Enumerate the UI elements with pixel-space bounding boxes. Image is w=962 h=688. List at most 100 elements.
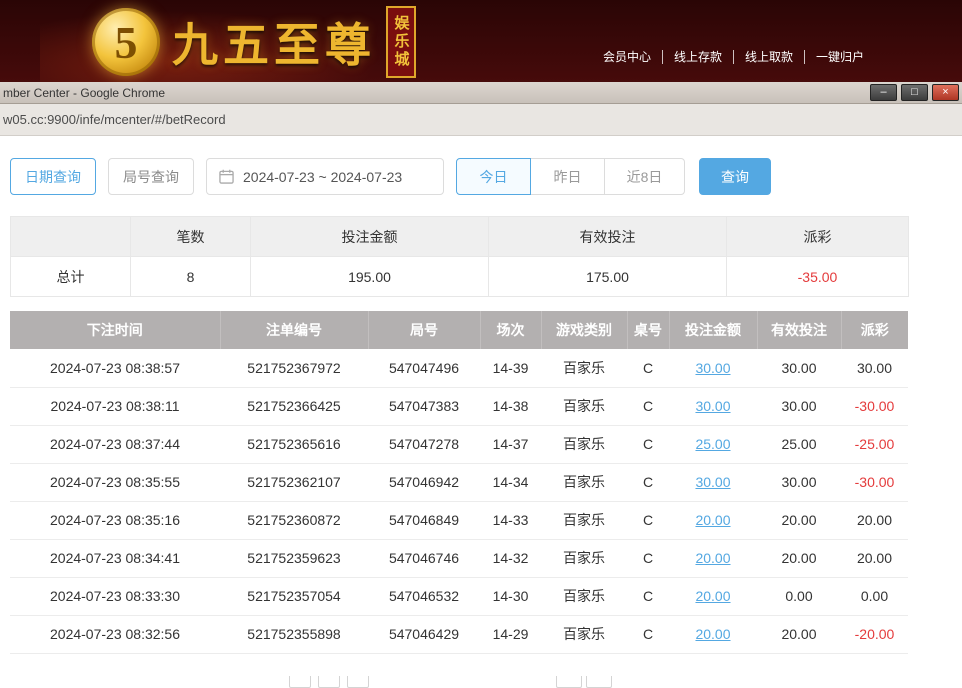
- casino-site-header: 5 九五至尊 娱乐城 会员中心 线上存款 线上取款 一键归户: [0, 0, 962, 84]
- nav-online-withdraw[interactable]: 线上取款: [734, 50, 805, 64]
- column-header-round-number: 局号: [368, 311, 480, 349]
- date-query-tab[interactable]: 日期查询: [10, 158, 96, 195]
- summary-total-row: 总计 8 195.00 175.00 -35.00: [11, 257, 909, 297]
- column-header-valid-bet: 有效投注: [489, 217, 727, 257]
- order-number: 521752366425: [220, 387, 368, 425]
- bet-amount-link[interactable]: 20.00: [695, 626, 730, 642]
- bet-amount-link[interactable]: 20.00: [695, 588, 730, 604]
- site-logo-badge: 娱乐城: [386, 6, 416, 78]
- column-header-bet-amount: 投注金额: [669, 311, 757, 349]
- browser-title-bar[interactable]: mber Center - Google Chrome – □ ×: [0, 82, 962, 104]
- round-query-tab[interactable]: 局号查询: [108, 158, 194, 195]
- round-number: 547046942: [368, 463, 480, 501]
- address-bar[interactable]: w05.cc:9900/infe/mcenter/#/betRecord: [0, 104, 962, 136]
- bet-amount: 20.00: [669, 577, 757, 615]
- total-payout: -35.00: [727, 257, 909, 297]
- column-header-valid-bet: 有效投注: [757, 311, 841, 349]
- session: 14-30: [480, 577, 541, 615]
- table-row: 2024-07-23 08:35:16521752360872547046849…: [10, 501, 908, 539]
- site-logo: 5 九五至尊 娱乐城: [92, 6, 416, 78]
- round-number: 547047278: [368, 425, 480, 463]
- maximize-button[interactable]: □: [901, 84, 928, 101]
- table-row: 2024-07-23 08:37:44521752365616547047278…: [10, 425, 908, 463]
- column-header-payout: 派彩: [727, 217, 909, 257]
- last-8-days-button[interactable]: 近8日: [604, 158, 685, 195]
- header-nav: 会员中心 线上存款 线上取款 一键归户: [592, 50, 875, 64]
- nav-member-center[interactable]: 会员中心: [592, 50, 663, 64]
- bet-amount-link[interactable]: 20.00: [695, 550, 730, 566]
- table-number: C: [627, 387, 669, 425]
- payout: -30.00: [841, 387, 908, 425]
- bet-amount: 20.00: [669, 615, 757, 653]
- table-row: 2024-07-23 08:33:30521752357054547046532…: [10, 577, 908, 615]
- table-number: C: [627, 577, 669, 615]
- bet-amount-link[interactable]: 30.00: [695, 398, 730, 414]
- table-row: 2024-07-23 08:38:11521752366425547047383…: [10, 387, 908, 425]
- date-range-value: 2024-07-23 ~ 2024-07-23: [243, 169, 402, 185]
- game-type: 百家乐: [541, 463, 627, 501]
- order-number: 521752362107: [220, 463, 368, 501]
- bet-amount: 30.00: [669, 387, 757, 425]
- total-bet-amount: 195.00: [251, 257, 489, 297]
- game-type: 百家乐: [541, 425, 627, 463]
- today-button[interactable]: 今日: [456, 158, 531, 195]
- total-valid-bet: 175.00: [489, 257, 727, 297]
- payout: 20.00: [841, 539, 908, 577]
- column-header-session: 场次: [480, 311, 541, 349]
- table-row: 2024-07-23 08:32:56521752355898547046429…: [10, 615, 908, 653]
- game-type: 百家乐: [541, 539, 627, 577]
- order-number: 521752359623: [220, 539, 368, 577]
- session: 14-32: [480, 539, 541, 577]
- site-logo-name: 九五至尊: [172, 9, 376, 75]
- summary-table: 笔数 投注金额 有效投注 派彩 总计 8 195.00 175.00 -35.0…: [10, 216, 909, 297]
- round-number: 547046532: [368, 577, 480, 615]
- table-row: 2024-07-23 08:38:57521752367972547047496…: [10, 349, 908, 387]
- window-controls: – □ ×: [870, 84, 959, 101]
- round-number: 547046746: [368, 539, 480, 577]
- round-number: 547047496: [368, 349, 480, 387]
- column-header-bet-time: 下注时间: [10, 311, 220, 349]
- valid-bet: 20.00: [757, 615, 841, 653]
- bet-amount-link[interactable]: 30.00: [695, 360, 730, 376]
- session: 14-37: [480, 425, 541, 463]
- bet-time: 2024-07-23 08:38:57: [10, 349, 220, 387]
- quick-date-group: 今日 昨日 近8日: [456, 158, 685, 195]
- bet-record-page: 日期查询 局号查询 2024-07-23 ~ 2024-07-23 今日 昨日 …: [0, 136, 962, 676]
- table-number: C: [627, 463, 669, 501]
- page-url: w05.cc:9900/infe/mcenter/#/betRecord: [3, 112, 226, 127]
- bet-time: 2024-07-23 08:33:30: [10, 577, 220, 615]
- game-type: 百家乐: [541, 577, 627, 615]
- bet-amount-link[interactable]: 30.00: [695, 474, 730, 490]
- close-button[interactable]: ×: [932, 84, 959, 101]
- date-range-input[interactable]: 2024-07-23 ~ 2024-07-23: [206, 158, 444, 195]
- bet-time: 2024-07-23 08:32:56: [10, 615, 220, 653]
- bet-table-header-row: 下注时间注单编号局号场次游戏类别桌号投注金额有效投注派彩: [10, 311, 908, 349]
- payout: 30.00: [841, 349, 908, 387]
- payout: -25.00: [841, 425, 908, 463]
- game-type: 百家乐: [541, 501, 627, 539]
- valid-bet: 0.00: [757, 577, 841, 615]
- bet-amount: 30.00: [669, 349, 757, 387]
- nav-one-key-transfer[interactable]: 一键归户: [805, 50, 875, 64]
- game-type: 百家乐: [541, 615, 627, 653]
- search-button[interactable]: 查询: [699, 158, 771, 195]
- round-number: 547047383: [368, 387, 480, 425]
- table-number: C: [627, 349, 669, 387]
- column-header-table-number: 桌号: [627, 311, 669, 349]
- yesterday-button[interactable]: 昨日: [530, 158, 605, 195]
- nav-online-deposit[interactable]: 线上存款: [663, 50, 734, 64]
- bet-amount-link[interactable]: 25.00: [695, 436, 730, 452]
- bet-records-table: 下注时间注单编号局号场次游戏类别桌号投注金额有效投注派彩 2024-07-23 …: [10, 311, 908, 654]
- payout: 0.00: [841, 577, 908, 615]
- bet-amount-link[interactable]: 20.00: [695, 512, 730, 528]
- valid-bet: 25.00: [757, 425, 841, 463]
- round-number: 547046849: [368, 501, 480, 539]
- payout: -30.00: [841, 463, 908, 501]
- table-number: C: [627, 425, 669, 463]
- filter-bar: 日期查询 局号查询 2024-07-23 ~ 2024-07-23 今日 昨日 …: [10, 158, 962, 195]
- bet-amount: 25.00: [669, 425, 757, 463]
- bet-time: 2024-07-23 08:35:16: [10, 501, 220, 539]
- order-number: 521752367972: [220, 349, 368, 387]
- minimize-button[interactable]: –: [870, 84, 897, 101]
- total-count: 8: [131, 257, 251, 297]
